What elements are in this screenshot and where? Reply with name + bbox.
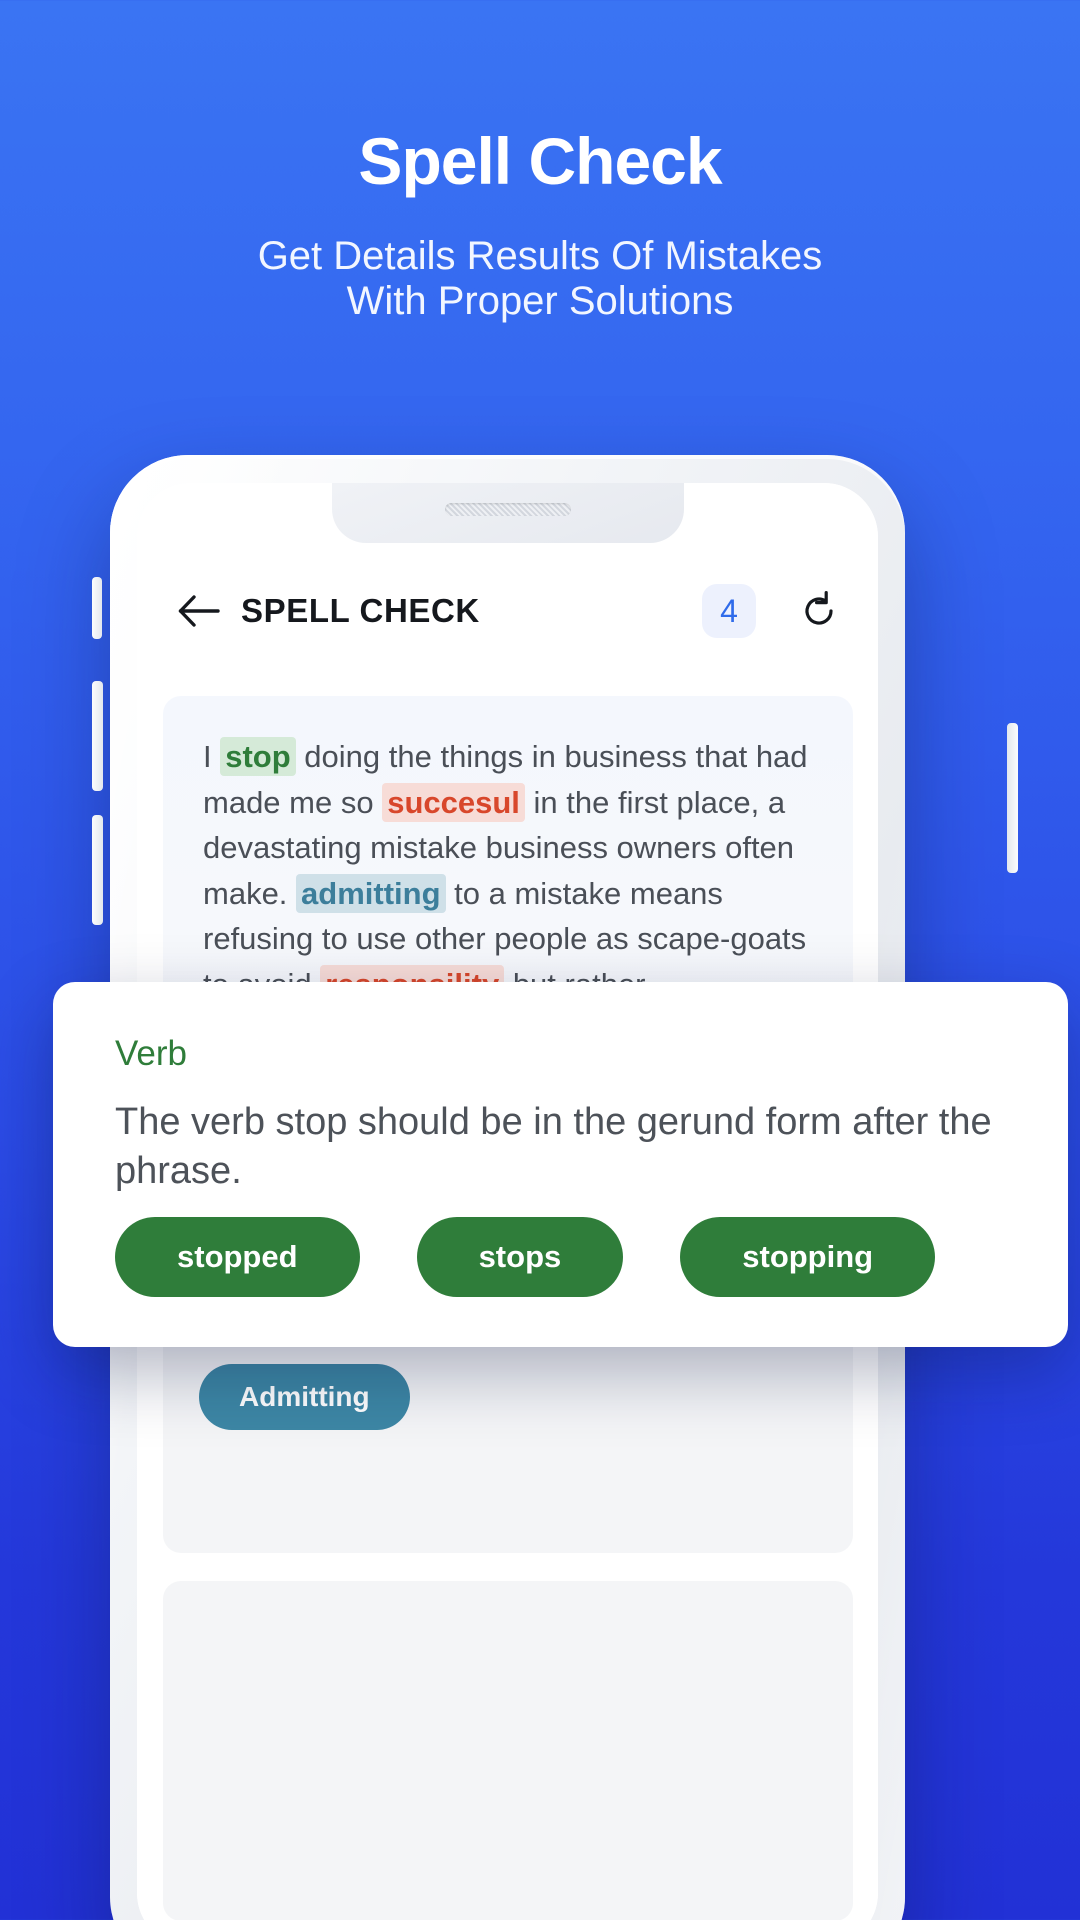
mistake-count-badge[interactable]: 4 [702,584,756,638]
promo-header: Spell Check Get Details Results Of Mista… [0,0,1080,324]
issue-card-next[interactable] [163,1581,853,1920]
highlight-stop[interactable]: stop [220,737,296,776]
suggestion-chip[interactable]: stopping [680,1217,936,1297]
app-bar: SPELL CHECK 4 [137,563,878,659]
promo-subtitle: Get Details Results Of Mistakes With Pro… [0,234,1080,324]
suggestion-popup: Verb The verb stop should be in the geru… [53,982,1068,1347]
highlight-succesul[interactable]: succesul [382,782,525,822]
phone-power-button[interactable] [1007,723,1018,873]
arrow-left-icon [178,595,220,627]
popup-suggestion-list: stopped stops stopping [115,1217,936,1297]
phone-volume-up-button[interactable] [92,681,103,791]
back-button[interactable] [171,583,227,639]
phone-silent-switch[interactable] [92,577,102,639]
app-bar-title: SPELL CHECK [241,592,480,629]
refresh-icon [805,591,833,625]
phone-volume-down-button[interactable] [92,815,103,925]
popup-category-label: Verb [115,1034,187,1073]
suggestion-chip[interactable]: stopped [115,1217,360,1297]
page-title: Spell Check [358,124,722,198]
suggestion-chip[interactable]: stops [416,1217,624,1297]
promo-subtitle-line-2: With Proper Solutions [346,278,734,323]
earpiece-speaker-icon [444,503,571,516]
highlight-admitting[interactable]: admitting [296,873,446,913]
popup-description: The verb stop should be in the gerund fo… [115,1101,992,1193]
refresh-button[interactable] [794,586,844,636]
phone-notch [331,483,684,543]
text-segment: I [203,739,221,774]
promo-subtitle-line-1: Get Details Results Of Mistakes [257,234,823,278]
issue-suggestion-chip[interactable]: Admitting [199,1364,410,1430]
